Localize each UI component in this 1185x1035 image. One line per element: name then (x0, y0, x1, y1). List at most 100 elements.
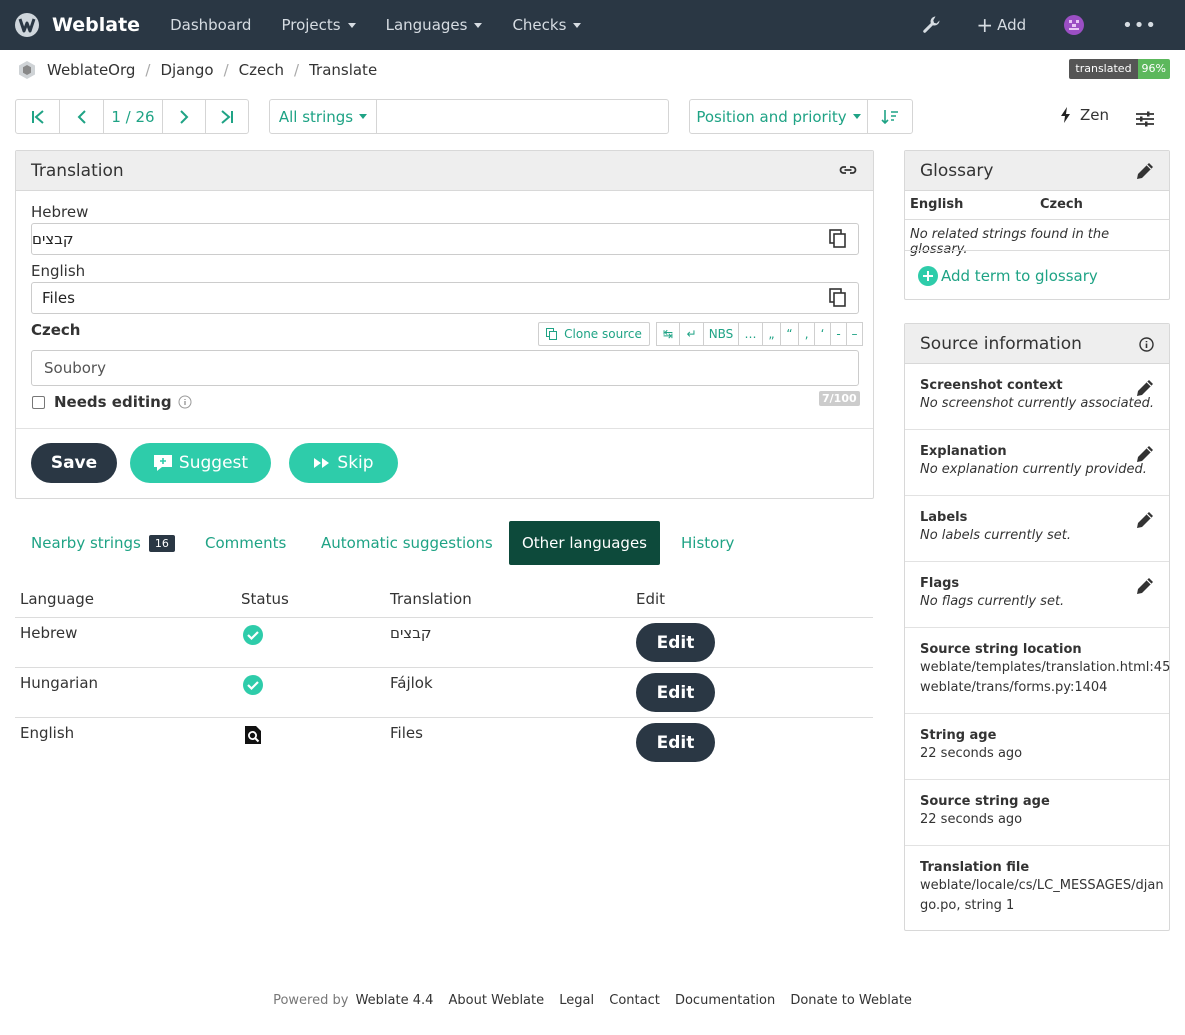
glossary-panel: Glossary English Czech No related string… (904, 150, 1170, 300)
translation-cell: קבצים (390, 624, 432, 642)
nav-dashboard[interactable]: Dashboard (170, 16, 251, 34)
tab-automatic-suggestions[interactable]: Automatic suggestions (321, 521, 493, 565)
glossary-source-column: English (910, 197, 964, 212)
labels-title: Labels (920, 510, 968, 525)
previous-string-button[interactable] (60, 100, 104, 133)
status-badge[interactable]: translated 96% (1069, 59, 1170, 79)
tab-comments[interactable]: Comments (205, 521, 286, 565)
footer-link-contact[interactable]: Contact (609, 993, 660, 1008)
source-location-link[interactable]: weblate/trans/forms.py:1404 (920, 680, 1107, 695)
translation-textarea[interactable]: Soubory (31, 350, 859, 386)
last-string-button[interactable] (206, 100, 248, 133)
string-age-value: 22 seconds ago (920, 746, 1023, 761)
sort-dropdown[interactable]: Position and priority (690, 100, 868, 133)
user-menu[interactable] (1063, 14, 1092, 36)
english-label: English (31, 262, 86, 280)
sort-group: Position and priority (689, 99, 913, 134)
clone-source-button[interactable]: Clone source (538, 322, 650, 346)
settings-sliders-icon[interactable] (1136, 111, 1154, 131)
char-newline-button[interactable]: ↵ (680, 322, 704, 346)
wrench-icon[interactable] (922, 15, 942, 35)
version-link[interactable]: Weblate 4.4 (356, 993, 434, 1008)
next-string-button[interactable] (163, 100, 206, 133)
edit-button[interactable]: Edit (636, 723, 715, 762)
column-header: Status (241, 590, 289, 608)
char-nbsp-button[interactable]: NBS (704, 322, 739, 346)
clone-icon (546, 328, 558, 340)
copy-icon[interactable] (829, 288, 847, 308)
char-high-quote-button[interactable]: “ (781, 322, 799, 346)
chevron-left-icon (77, 109, 86, 124)
pencil-icon[interactable] (1135, 161, 1155, 181)
check-circle-icon (243, 625, 263, 645)
footer-link-about[interactable]: About Weblate (449, 993, 545, 1008)
more-menu-icon[interactable]: ••• (1122, 15, 1157, 36)
brand-name: Weblate (52, 14, 141, 36)
link-icon[interactable] (839, 163, 857, 177)
footer-link-legal[interactable]: Legal (559, 993, 594, 1008)
language-cell[interactable]: English (20, 724, 74, 742)
language-cell[interactable]: Hebrew (20, 624, 77, 642)
nav-languages[interactable]: Languages (386, 16, 483, 34)
char-tab-button[interactable]: ↹ (656, 322, 680, 346)
char-low-quote-button[interactable]: „ (763, 322, 781, 346)
plus-icon: + (976, 13, 994, 37)
pencil-icon[interactable] (1135, 510, 1155, 530)
zen-button[interactable]: Zen (1060, 106, 1109, 124)
language-cell[interactable]: Hungarian (20, 674, 98, 692)
skip-button[interactable]: Skip (289, 443, 398, 483)
source-location-title: Source string location (920, 642, 1082, 657)
char-single-quote-button[interactable]: ‘ (815, 322, 831, 346)
tab-nearby-strings[interactable]: Nearby strings 16 (31, 521, 175, 565)
add-term-link[interactable]: Add term to glossary (918, 266, 1098, 286)
add-menu[interactable]: + Add (976, 13, 1033, 37)
brand-link[interactable]: Weblate (14, 12, 140, 38)
save-button[interactable]: Save (31, 443, 117, 483)
breadcrumb-project[interactable]: WeblateOrg (47, 61, 135, 79)
special-characters-group: ↹ ↵ NBS … „ “ ‚ ‘ - – (656, 322, 863, 346)
char-hyphen-button[interactable]: - (831, 322, 847, 346)
char-en-dash-button[interactable]: – (847, 322, 863, 346)
string-navigation: 1 / 26 (15, 99, 249, 134)
search-group: All strings (269, 99, 669, 134)
translation-file-value: go.po, string 1 (920, 898, 1015, 913)
suggest-button[interactable]: Suggest (130, 443, 271, 483)
source-location-link[interactable]: weblate/templates/translation.html:45 (920, 660, 1170, 675)
sort-direction-button[interactable] (868, 100, 912, 133)
nav-projects[interactable]: Projects (281, 16, 356, 34)
column-header: Language (20, 590, 95, 608)
char-ellipsis-button[interactable]: … (739, 322, 763, 346)
char-low-single-quote-button[interactable]: ‚ (799, 322, 815, 346)
search-input[interactable] (377, 100, 668, 133)
nav-checks[interactable]: Checks (512, 16, 582, 34)
breadcrumb-current: Translate (309, 61, 378, 79)
breadcrumb-language[interactable]: Czech (239, 61, 284, 79)
pencil-icon[interactable] (1135, 378, 1155, 398)
count-badge: 16 (148, 534, 175, 552)
translation-cell: Files (390, 724, 423, 742)
checkbox[interactable] (32, 395, 45, 409)
first-string-button[interactable] (16, 100, 60, 133)
hebrew-label: Hebrew (31, 203, 89, 221)
fast-forward-icon (314, 458, 330, 468)
pencil-icon[interactable] (1135, 444, 1155, 464)
tab-other-languages[interactable]: Other languages (509, 521, 660, 565)
edit-button[interactable]: Edit (636, 623, 715, 662)
info-icon[interactable] (1139, 337, 1154, 352)
position-indicator: 1 / 26 (104, 100, 163, 133)
last-icon (221, 109, 233, 124)
breadcrumb-component[interactable]: Django (160, 61, 213, 79)
panel-title: Translation (31, 160, 124, 181)
tab-history[interactable]: History (681, 521, 734, 565)
translation-panel: Translation Hebrew קבצים English Files C… (15, 150, 874, 499)
edit-button[interactable]: Edit (636, 673, 715, 712)
panel-header: Source information (905, 324, 1169, 364)
needs-editing-checkbox[interactable]: Needs editing (32, 393, 192, 411)
filter-dropdown[interactable]: All strings (270, 100, 377, 133)
footer-link-donate[interactable]: Donate to Weblate (790, 993, 912, 1008)
chevron-down-icon (573, 22, 582, 28)
pencil-icon[interactable] (1135, 576, 1155, 596)
source-string-age-title: Source string age (920, 794, 1050, 809)
copy-icon[interactable] (829, 229, 847, 249)
footer-link-documentation[interactable]: Documentation (675, 993, 775, 1008)
